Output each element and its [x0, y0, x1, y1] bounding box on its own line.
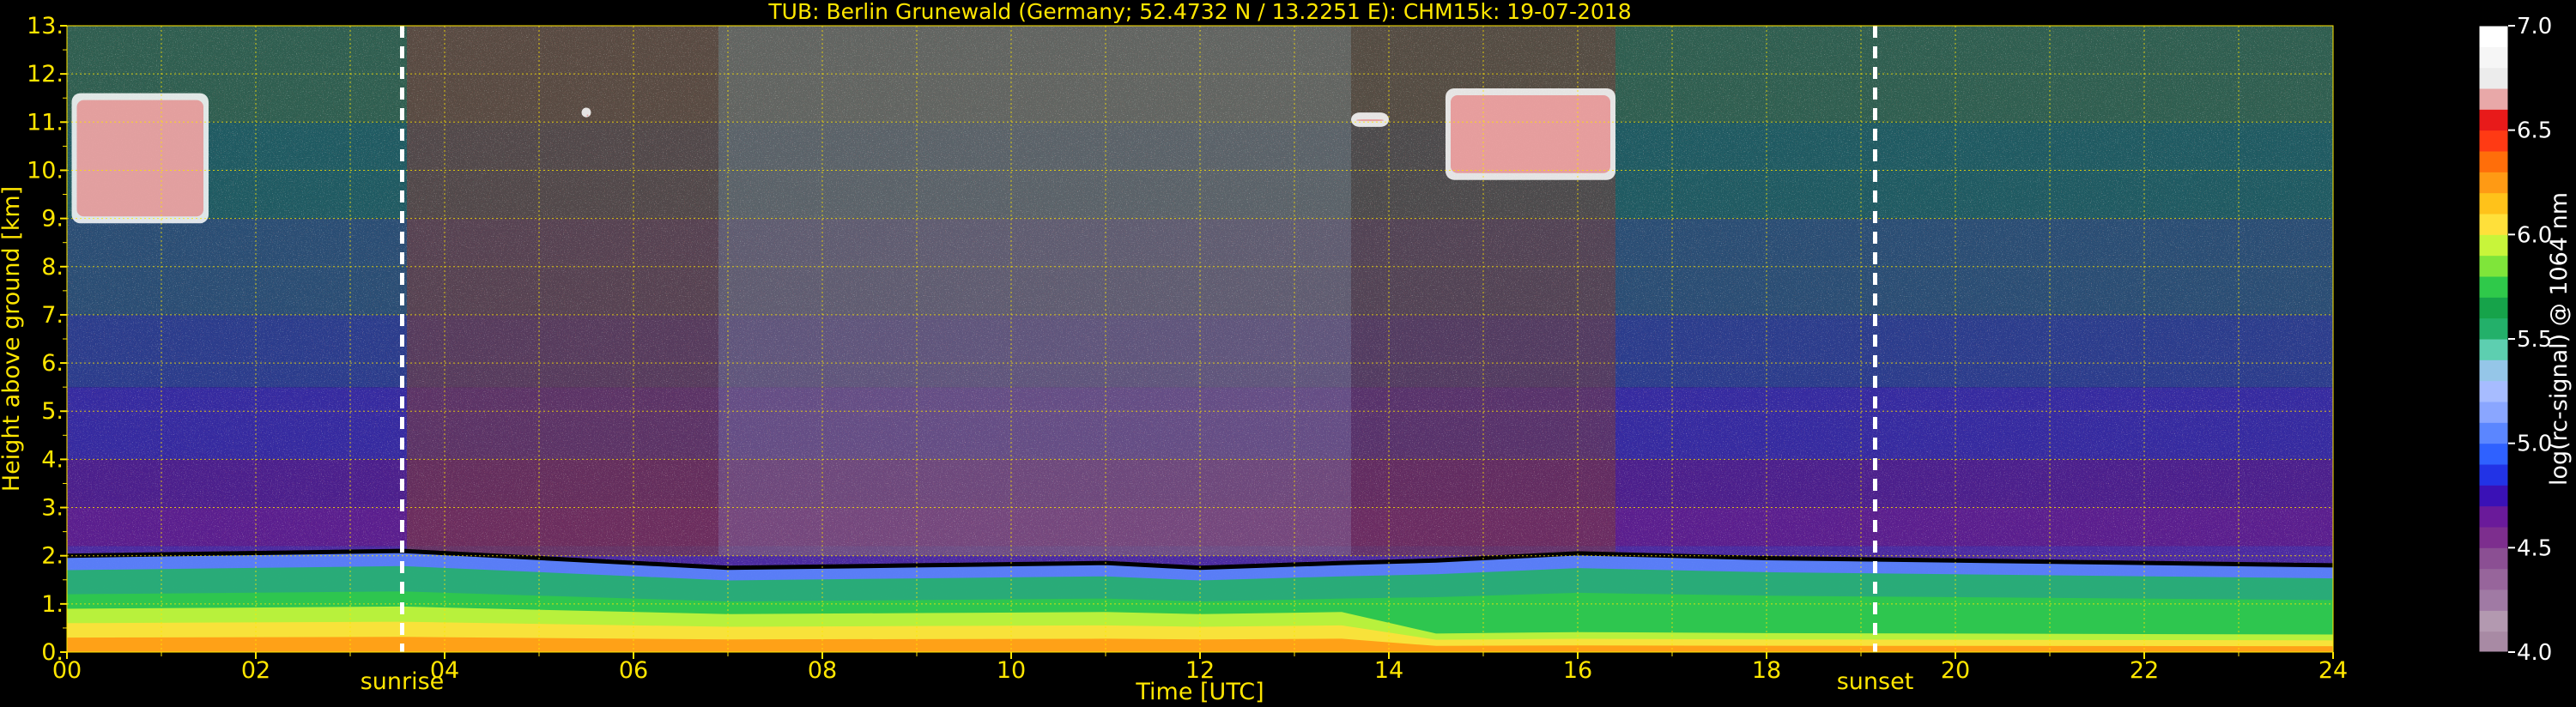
colorbar-swatch [2479, 589, 2508, 611]
colorbar-swatch [2479, 527, 2508, 548]
y-tick-label: 3. [41, 495, 64, 522]
x-tick-label: 18 [1752, 657, 1781, 684]
colorbar-swatch [2479, 130, 2508, 152]
sunrise-label: sunrise [361, 668, 445, 695]
y-tick-label: 1. [41, 591, 64, 618]
x-tick-label: 14 [1374, 657, 1403, 684]
y-tick-label: 12. [27, 61, 64, 88]
y-axis-label: Height above ground [km] [0, 186, 25, 492]
colorbar-swatch [2479, 297, 2508, 319]
sunset-label: sunset [1837, 668, 1914, 695]
colorbar-swatch [2479, 380, 2508, 402]
colorbar-swatch [2479, 276, 2508, 298]
cloud-patch [581, 107, 591, 118]
x-axis-label: Time [UTC] [1135, 679, 1264, 705]
x-tick-label: 22 [2130, 657, 2159, 684]
colorbar-swatch [2479, 402, 2508, 423]
colorbar-swatch [2479, 547, 2508, 570]
colorbar-swatch [2479, 360, 2508, 382]
colorbar-tick-label: 4.0 [2517, 640, 2552, 666]
colorbar-tick-label: 7.0 [2517, 14, 2552, 39]
y-tick-label: 9. [41, 206, 64, 233]
colorbar-swatch [2479, 109, 2508, 131]
y-tick-label: 6. [41, 350, 64, 377]
x-tick-label: 02 [241, 657, 270, 684]
y-tick-label: 10. [27, 157, 64, 184]
colorbar-swatch [2479, 505, 2508, 528]
colorbar-swatch [2479, 214, 2508, 235]
colorbar-swatch [2479, 255, 2508, 277]
y-tick-label: 0. [41, 639, 64, 666]
colorbar-swatch [2479, 339, 2508, 360]
plot-area [67, 26, 2333, 652]
y-tick-label: 5. [41, 398, 64, 425]
y-tick-label: 11. [27, 109, 64, 136]
colorbar-swatch [2479, 568, 2508, 590]
colorbar-swatch [2479, 631, 2508, 653]
colorbar-swatch [2479, 443, 2508, 465]
colorbar-swatch [2479, 317, 2508, 340]
colorbar-swatch [2479, 151, 2508, 172]
colorbar-swatch [2479, 88, 2508, 110]
x-tick-label: 16 [1563, 657, 1592, 684]
cloud-core [1356, 119, 1384, 122]
colorbar: 4.04.55.05.56.06.57.0 [2478, 14, 2552, 666]
colorbar-swatch [2479, 485, 2508, 507]
colorbar-swatch [2479, 422, 2508, 444]
y-tick-label: 7. [41, 302, 64, 329]
y-tick-label: 2. [41, 543, 64, 570]
cloud-core [586, 114, 589, 117]
colorbar-swatch [2479, 192, 2508, 215]
colorbar-swatch [2479, 234, 2508, 257]
x-tick-label: 08 [808, 657, 837, 684]
y-tick-label: 8. [41, 254, 64, 281]
x-tick-label: 24 [2318, 657, 2348, 684]
lidar-chart: 00 02 04 06 08 10 12 14 16 18 20 22 24 0.1.2.3.4.5.6… [0, 0, 2573, 705]
y-tick-label: 4. [41, 446, 64, 473]
y-axis: 0. 1. 2. 3. 4. 5. 6. 7. 8. 9. 10. 11. 12. 13. [27, 13, 67, 666]
colorbar-tick-label: 4.5 [2517, 535, 2552, 561]
colorbar-tick-label: 6.5 [2517, 118, 2552, 144]
colorbar-swatch [2479, 610, 2508, 632]
x-tick-label: 10 [997, 657, 1026, 684]
colorbar-swatch [2479, 46, 2508, 69]
colorbar-swatch [2479, 67, 2508, 89]
cloud-core [1451, 95, 1610, 173]
y-tick-label: 13. [27, 13, 64, 39]
x-tick-label: 06 [619, 657, 648, 684]
chart-title: TUB: Berlin Grunewald (Germany; 52.4732 … [767, 0, 1631, 24]
colorbar-swatch [2479, 464, 2508, 486]
x-tick-label: 20 [1941, 657, 1970, 684]
colorbar-swatch [2479, 172, 2508, 194]
colorbar-swatch [2479, 26, 2508, 47]
colorbar-label: log(rc-signal) @ 1064 nm [2546, 192, 2573, 486]
cloud-core [76, 100, 203, 217]
